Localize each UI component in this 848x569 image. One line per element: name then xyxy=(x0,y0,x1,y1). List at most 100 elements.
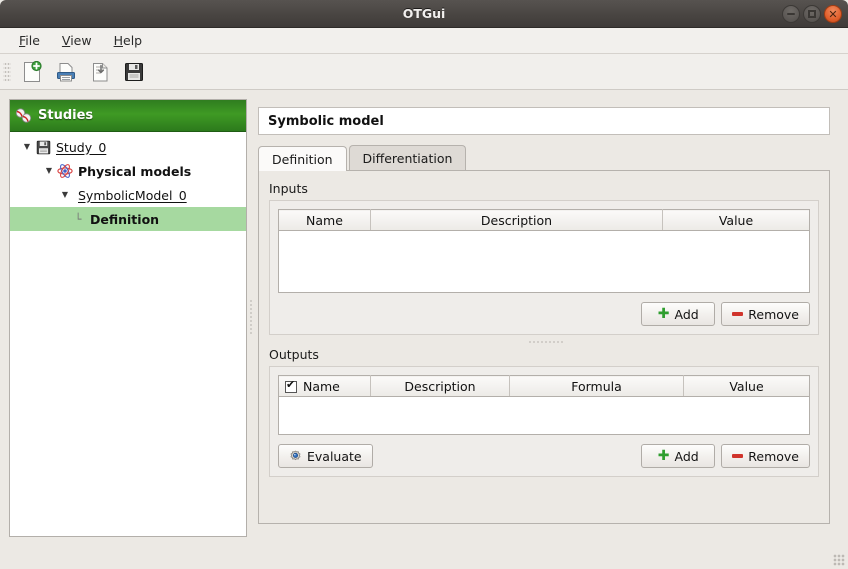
menu-bar: File View Help xyxy=(0,28,848,54)
vertical-splitter-grip xyxy=(250,299,252,335)
outputs-add-button[interactable]: ✚ Add xyxy=(641,444,715,468)
outputs-table[interactable]: Name Description Formula Value xyxy=(278,375,810,435)
outputs-select-all-checkbox[interactable] xyxy=(285,381,297,393)
outputs-empty-cell-formula xyxy=(510,397,684,435)
tree-item-definition[interactable]: └ Definition xyxy=(10,207,246,231)
outputs-table-body xyxy=(279,397,810,435)
atom-icon xyxy=(57,163,73,179)
inputs-add-label: Add xyxy=(675,307,699,322)
inputs-table-body xyxy=(279,231,810,293)
inputs-empty-cell-description xyxy=(371,231,663,293)
window-resize-grip[interactable] xyxy=(833,554,845,566)
tree-item-symbolicmodel-0-label: SymbolicModel_0 xyxy=(78,188,187,203)
save-icon xyxy=(124,62,144,82)
minimize-icon xyxy=(787,13,795,15)
maximize-icon xyxy=(808,10,816,18)
maximize-button[interactable] xyxy=(803,5,821,23)
tree-item-symbolicmodel-0[interactable]: ▼ SymbolicModel_0 xyxy=(10,183,246,207)
vertical-splitter[interactable] xyxy=(247,99,255,537)
gear-icon xyxy=(289,450,302,463)
inputs-remove-button[interactable]: Remove xyxy=(721,302,810,326)
outputs-column-description[interactable]: Description xyxy=(371,376,510,397)
tree-item-study-0[interactable]: ▼ Study_0 xyxy=(10,135,246,159)
horizontal-splitter-grip xyxy=(528,341,564,343)
close-button[interactable]: ✕ xyxy=(824,5,842,23)
toolbar-drag-handle[interactable] xyxy=(3,61,11,83)
close-icon: ✕ xyxy=(828,9,837,20)
tree-item-study-0-label: Study_0 xyxy=(56,140,106,155)
menu-view-rest: iew xyxy=(70,33,91,48)
study-0-icon xyxy=(34,140,52,155)
menu-help-mnemonic: H xyxy=(114,33,123,48)
tree-item-definition-label: Definition xyxy=(90,212,159,227)
outputs-table-header-row: Name Description Formula Value xyxy=(279,376,810,397)
outputs-empty-cell-description xyxy=(371,397,510,435)
studies-header-label: Studies xyxy=(38,108,93,123)
menu-view[interactable]: View xyxy=(51,30,103,51)
inputs-empty-cell-name xyxy=(279,231,371,293)
inputs-section-label: Inputs xyxy=(269,181,819,196)
menu-help[interactable]: Help xyxy=(103,30,154,51)
minus-icon xyxy=(732,312,743,316)
outputs-groupbox: Name Description Formula Value xyxy=(269,366,819,477)
menu-help-rest: elp xyxy=(123,33,142,48)
outputs-add-label: Add xyxy=(675,449,699,464)
tool-bar xyxy=(0,54,848,90)
menu-file-rest: ile xyxy=(25,33,40,48)
tree-item-physical-models-label: Physical models xyxy=(78,164,191,179)
new-study-button[interactable] xyxy=(15,57,49,87)
import-python-script-icon xyxy=(90,61,110,83)
evaluate-button[interactable]: Evaluate xyxy=(278,444,373,468)
import-script-button[interactable] xyxy=(83,57,117,87)
symbolicmodel-0-expand-arrow[interactable]: ▼ xyxy=(58,191,72,199)
title-bar[interactable]: OTGui ✕ xyxy=(0,0,848,28)
outputs-button-row: Evaluate ✚ Add Remove xyxy=(278,444,810,468)
inputs-add-button[interactable]: ✚ Add xyxy=(641,302,715,326)
menu-view-mnemonic: V xyxy=(62,33,70,48)
save-button[interactable] xyxy=(117,57,151,87)
minus-icon xyxy=(732,454,743,458)
inputs-empty-cell-value xyxy=(663,231,810,293)
physical-models-icon xyxy=(56,163,74,179)
save-icon xyxy=(36,140,51,155)
outputs-empty-cell-value xyxy=(684,397,810,435)
open-study-icon xyxy=(55,61,77,83)
plus-icon: ✚ xyxy=(658,449,670,463)
inputs-remove-label: Remove xyxy=(748,307,799,322)
inputs-button-row: ✚ Add Remove xyxy=(278,302,810,326)
tab-bar: Definition Differentiation xyxy=(258,145,838,170)
new-study-icon xyxy=(22,61,42,83)
outputs-column-name[interactable]: Name xyxy=(279,376,371,397)
tab-definition[interactable]: Definition xyxy=(258,146,347,171)
inputs-column-name[interactable]: Name xyxy=(279,210,371,231)
study-0-expand-arrow[interactable]: ▼ xyxy=(20,143,34,151)
inputs-column-value[interactable]: Value xyxy=(663,210,810,231)
open-study-button[interactable] xyxy=(49,57,83,87)
evaluate-button-label: Evaluate xyxy=(307,449,362,464)
outputs-column-value[interactable]: Value xyxy=(684,376,810,397)
main-content: Symbolic model Definition Differentiatio… xyxy=(258,107,838,524)
outputs-column-name-label: Name xyxy=(303,379,340,394)
horizontal-splitter[interactable] xyxy=(275,336,818,348)
outputs-column-formula[interactable]: Formula xyxy=(510,376,684,397)
inputs-table[interactable]: Name Description Value xyxy=(278,209,810,293)
minimize-button[interactable] xyxy=(782,5,800,23)
studies-header: Studies xyxy=(10,100,246,132)
tab-differentiation[interactable]: Differentiation xyxy=(349,145,467,170)
studies-tree-panel: Studies ▼ Study_0 ▼ xyxy=(9,99,247,537)
outputs-empty-row xyxy=(279,397,810,435)
inputs-column-description[interactable]: Description xyxy=(371,210,663,231)
outputs-empty-cell-name xyxy=(279,397,371,435)
page-title: Symbolic model xyxy=(258,107,830,135)
tab-definition-label: Definition xyxy=(272,152,333,167)
outputs-remove-button[interactable]: Remove xyxy=(721,444,810,468)
menu-file[interactable]: File xyxy=(8,30,51,51)
page-title-label: Symbolic model xyxy=(268,114,384,129)
physical-models-expand-arrow[interactable]: ▼ xyxy=(42,167,56,175)
tab-differentiation-label: Differentiation xyxy=(363,151,453,166)
tree-item-physical-models[interactable]: ▼ Physical models xyxy=(10,159,246,183)
tree-rows: ▼ Study_0 ▼ xyxy=(10,132,246,231)
studies-balls-icon xyxy=(15,107,33,125)
inputs-groupbox: Name Description Value ✚ xyxy=(269,200,819,335)
outputs-remove-label: Remove xyxy=(748,449,799,464)
